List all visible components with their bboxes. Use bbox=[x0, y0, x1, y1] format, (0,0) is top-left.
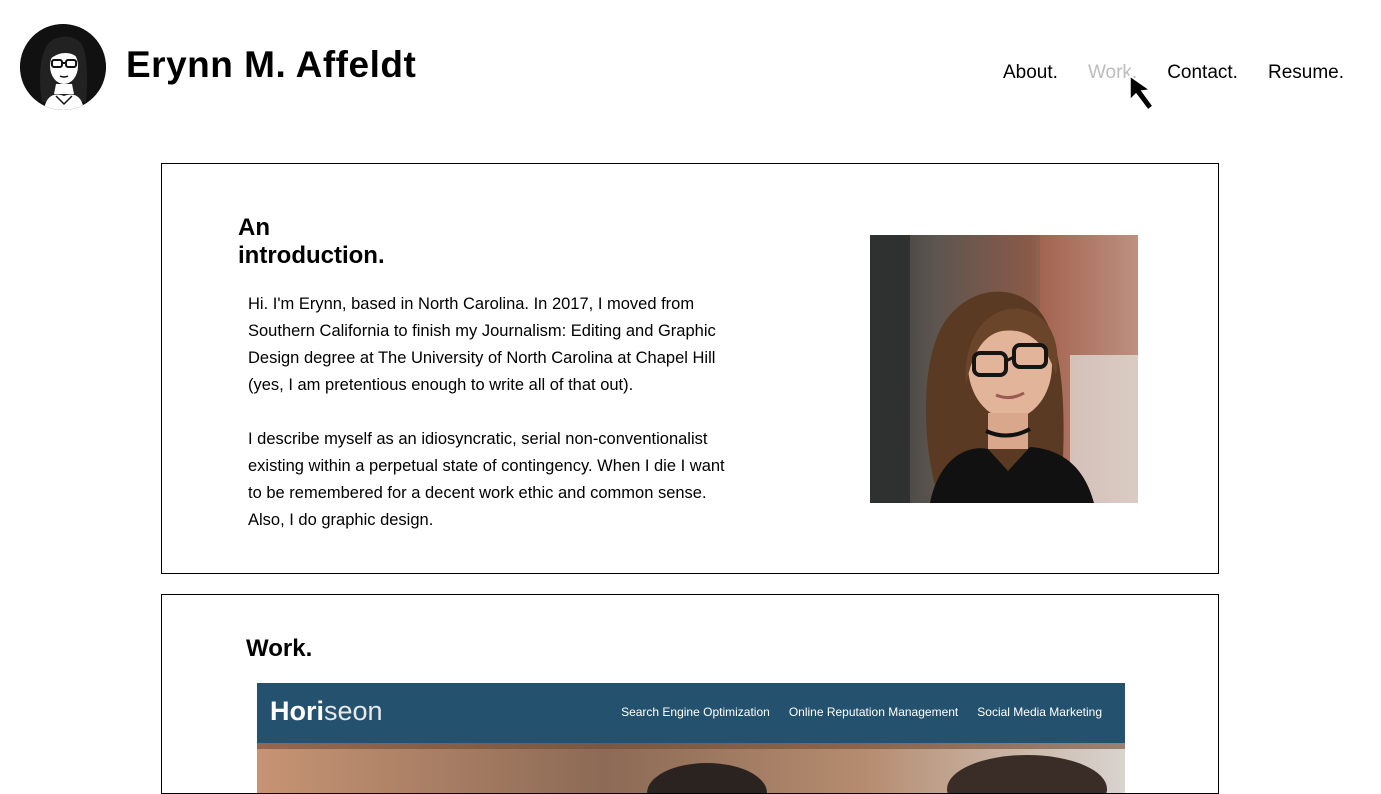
nav-link-contact[interactable]: Contact. bbox=[1167, 62, 1238, 84]
preview-header-bar: Horiseon Search Engine Optimization Onli… bbox=[257, 683, 1125, 743]
preview-nav-item: Online Reputation Management bbox=[788, 705, 959, 719]
intro-paragraph: Hi. I'm Erynn, based in North Carolina. … bbox=[248, 295, 716, 394]
nav-link-about[interactable]: About. bbox=[1003, 62, 1058, 84]
work-section: Work. Horiseon Search Engine Optimizatio… bbox=[161, 594, 1219, 794]
profile-photo bbox=[870, 235, 1138, 503]
avatar-logo[interactable] bbox=[20, 24, 106, 110]
intro-heading-line1: An bbox=[238, 214, 270, 241]
nav-link-resume[interactable]: Resume. bbox=[1268, 62, 1344, 84]
intro-heading-line2: introduction. bbox=[238, 242, 385, 269]
site-header: Erynn M. Affeldt About. Work. Contact. R… bbox=[0, 0, 1381, 140]
site-title[interactable]: Erynn M. Affeldt bbox=[126, 44, 416, 86]
intro-text: Hi. I'm Erynn, based in North Carolina. … bbox=[248, 291, 738, 561]
preview-nav-item: Search Engine Optimization bbox=[621, 705, 770, 719]
preview-nav: Search Engine Optimization Online Reputa… bbox=[621, 705, 1102, 719]
main-nav: About. Work. Contact. Resume. bbox=[1003, 62, 1344, 84]
preview-logo-light: seon bbox=[324, 696, 383, 726]
preview-hero-image bbox=[257, 743, 1125, 793]
work-heading: Work. bbox=[246, 635, 313, 662]
project-preview-horiseon[interactable]: Horiseon Search Engine Optimization Onli… bbox=[257, 683, 1125, 793]
intro-heading: An introduction. bbox=[238, 214, 438, 270]
intro-paragraph: I describe myself as an idiosyncratic, s… bbox=[248, 430, 725, 529]
illustrated-portrait-icon bbox=[20, 24, 106, 110]
preview-logo-bold: Hori bbox=[270, 696, 324, 726]
preview-nav-item: Social Media Marketing bbox=[977, 705, 1102, 719]
preview-logo: Horiseon bbox=[270, 696, 383, 727]
mouse-pointer-icon bbox=[1129, 74, 1155, 112]
intro-section: An introduction. Hi. I'm Erynn, based in… bbox=[161, 163, 1219, 574]
